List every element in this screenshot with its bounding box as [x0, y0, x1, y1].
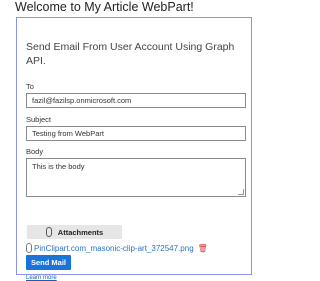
body-text: This is the body [32, 162, 85, 171]
email-webpart: Send Email From User Account Using Graph… [16, 17, 252, 281]
subject-field[interactable]: Testing from WebPart [26, 126, 246, 141]
attachments-button[interactable]: Attachments [27, 225, 122, 239]
paperclip-icon [26, 243, 32, 253]
body-textarea[interactable]: This is the body [26, 158, 246, 197]
attachments-label: Attachments [57, 227, 104, 237]
send-mail-button[interactable]: Send Mail [26, 255, 71, 270]
to-field[interactable]: fazil@fazilsp.onmicrosoft.com [26, 93, 246, 108]
trash-icon[interactable]: 🗑 [198, 244, 208, 253]
body-label: Body [26, 147, 44, 156]
attachment-file-link[interactable]: PinClipart.com_masonic-clip-art_372547.p… [34, 244, 194, 253]
to-label: To [26, 82, 34, 91]
paperclip-icon [45, 227, 52, 237]
learn-more-link[interactable]: Learn more [26, 275, 57, 281]
page-title: Welcome to My Article WebPart! [15, 0, 194, 14]
attachment-file-row: PinClipart.com_masonic-clip-art_372547.p… [26, 243, 208, 253]
resize-grip-icon[interactable] [238, 189, 244, 195]
webpart-heading: Send Email From User Account Using Graph… [26, 41, 235, 67]
subject-label: Subject [26, 115, 52, 124]
